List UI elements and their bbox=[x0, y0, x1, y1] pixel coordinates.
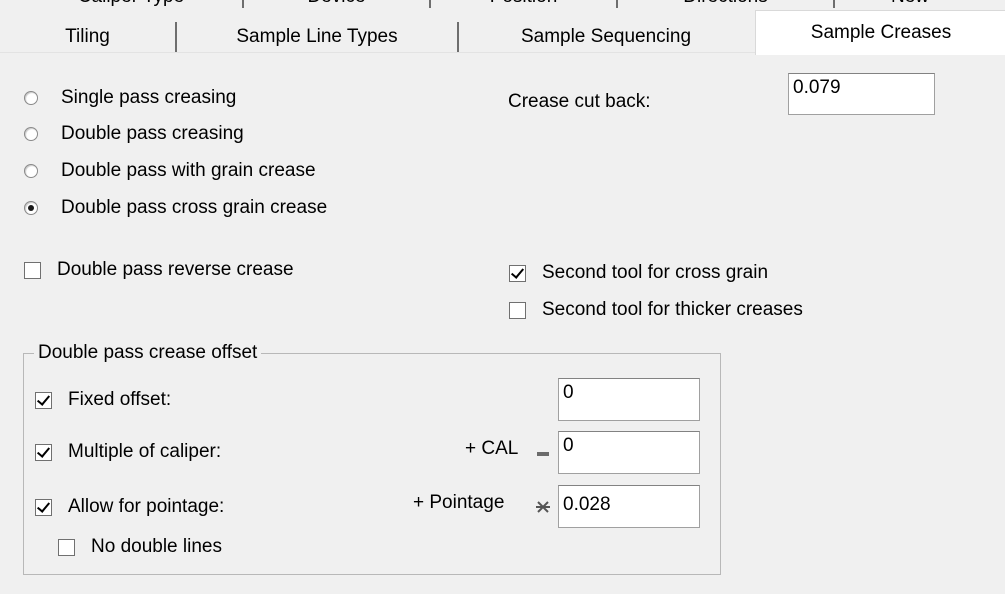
crease-cut-back-label: Crease cut back: bbox=[508, 91, 651, 112]
radio-button[interactable] bbox=[24, 91, 38, 105]
tab-sample-sequencing[interactable]: Sample Sequencing bbox=[459, 22, 753, 52]
minus-icon bbox=[536, 447, 550, 461]
checkbox[interactable] bbox=[35, 391, 52, 409]
radio-button[interactable] bbox=[24, 201, 38, 215]
back-tab-row: Caliper Type Device Position Directions … bbox=[0, 0, 1005, 10]
checkbox[interactable] bbox=[35, 443, 52, 461]
fixed-offset-input[interactable]: 0 bbox=[558, 378, 700, 421]
radio-double-pass-with-grain[interactable]: Double pass with grain crease bbox=[24, 158, 316, 184]
checkbox[interactable] bbox=[509, 301, 526, 319]
tab-caliper-type[interactable]: Caliper Type bbox=[20, 0, 244, 8]
checkbox[interactable] bbox=[24, 261, 41, 279]
radio-label: Double pass with grain crease bbox=[61, 160, 316, 181]
tab-panel-border bbox=[0, 52, 755, 53]
radio-double-pass[interactable]: Double pass creasing bbox=[24, 121, 244, 147]
radio-single-pass[interactable]: Single pass creasing bbox=[24, 85, 236, 111]
tab-sample-creases[interactable]: Sample Creases bbox=[755, 10, 1005, 55]
group-title: Double pass crease offset bbox=[34, 341, 262, 365]
double-pass-reverse-crease-checkbox[interactable]: Double pass reverse crease bbox=[24, 257, 294, 283]
multiple-of-caliper-checkbox[interactable]: Multiple of caliper: bbox=[35, 439, 221, 465]
fixed-offset-checkbox[interactable]: Fixed offset: bbox=[35, 387, 171, 413]
radio-double-pass-cross-grain[interactable]: Double pass cross grain crease bbox=[24, 195, 327, 221]
multiply-icon bbox=[536, 500, 550, 514]
tab-tiling[interactable]: Tiling bbox=[0, 22, 177, 52]
pointage-prefix-label: + Pointage bbox=[413, 492, 505, 513]
allow-for-pointage-checkbox[interactable]: Allow for pointage: bbox=[35, 494, 224, 520]
tab-position[interactable]: Position bbox=[431, 0, 618, 8]
checkbox-label: Multiple of caliper: bbox=[68, 441, 222, 462]
tab-new[interactable]: New bbox=[835, 0, 985, 8]
multiple-of-caliper-input[interactable]: 0 bbox=[558, 431, 700, 474]
radio-label: Single pass creasing bbox=[61, 87, 237, 108]
checkbox-label: No double lines bbox=[91, 536, 222, 557]
second-tool-thicker-creases-checkbox[interactable]: Second tool for thicker creases bbox=[509, 297, 803, 323]
radio-label: Double pass creasing bbox=[61, 123, 244, 144]
checkbox[interactable] bbox=[509, 264, 526, 282]
allow-for-pointage-input[interactable]: 0.028 bbox=[558, 485, 700, 528]
second-tool-cross-grain-checkbox[interactable]: Second tool for cross grain bbox=[509, 260, 768, 286]
checkbox[interactable] bbox=[35, 498, 52, 516]
tab-directions[interactable]: Directions bbox=[618, 0, 835, 8]
cal-prefix-label: + CAL bbox=[465, 438, 519, 459]
checkbox-label: Double pass reverse crease bbox=[57, 259, 294, 280]
checkbox-label: Fixed offset: bbox=[68, 389, 172, 410]
checkbox-label: Second tool for cross grain bbox=[542, 262, 769, 283]
checkbox-label: Allow for pointage: bbox=[68, 496, 225, 517]
radio-button[interactable] bbox=[24, 164, 38, 178]
crease-cut-back-input[interactable]: 0.079 bbox=[788, 73, 935, 115]
checkbox[interactable] bbox=[58, 538, 75, 556]
radio-label: Double pass cross grain crease bbox=[61, 197, 328, 218]
radio-button[interactable] bbox=[24, 127, 38, 141]
tab-sample-line-types[interactable]: Sample Line Types bbox=[177, 22, 459, 52]
no-double-lines-checkbox[interactable]: No double lines bbox=[58, 534, 222, 560]
tab-device[interactable]: Device bbox=[244, 0, 431, 8]
checkbox-label: Second tool for thicker creases bbox=[542, 299, 803, 320]
